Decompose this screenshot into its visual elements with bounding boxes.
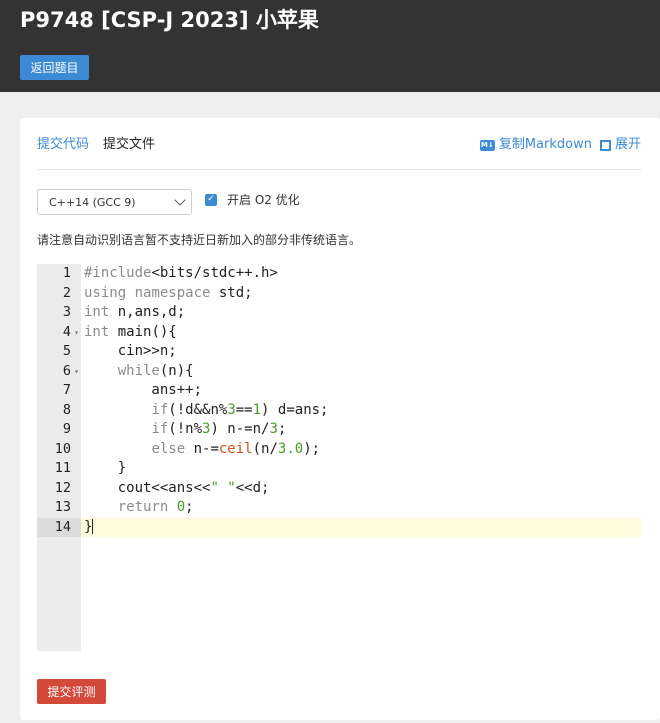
- code-text: int n,ans,d;: [84, 304, 186, 320]
- code-line[interactable]: 7 ans++;: [37, 381, 641, 401]
- card-actions: M↓ 复制Markdown 展开: [479, 135, 641, 155]
- code-line[interactable]: 4 ▾ int main(){: [37, 323, 641, 343]
- language-select[interactable]: C++14 (GCC 9): [37, 189, 192, 215]
- line-number: 6 ▾: [37, 362, 81, 382]
- code-editor[interactable]: 1 #include<bits/stdc++.h> 2 using namespace…: [37, 264, 641, 651]
- copy-markdown-link[interactable]: M↓ 复制Markdown: [479, 135, 592, 155]
- expand-label: 展开: [614, 137, 641, 152]
- language-select-value: C++14 (GCC 9): [49, 195, 136, 209]
- page-title: P9748 [CSP-J 2023] 小苹果: [20, 8, 319, 32]
- line-number: 11: [54, 460, 71, 476]
- code-text: return 0;: [117, 499, 194, 515]
- code-text: if(!n%3) n-=n/3;: [151, 421, 287, 437]
- language-notice: 请注意自动识别语言暂不支持近日新加入的部分非传统语言。: [37, 233, 362, 247]
- line-number: 1: [62, 265, 71, 281]
- code-text: using namespace std;: [84, 284, 253, 301]
- o2-option[interactable]: ✓ 开启 O2 优化: [205, 191, 300, 208]
- code-line[interactable]: 6 ▾ while(n){: [37, 362, 641, 382]
- line-number: 2: [62, 284, 71, 301]
- submit-card: 提交代码 提交文件 M↓ 复制Markdown 展开 C++14 (GCC 9)…: [20, 118, 660, 720]
- code-line[interactable]: 1 #include<bits/stdc++.h>: [37, 264, 641, 284]
- line-number: 5: [62, 343, 71, 359]
- expand-link[interactable]: 展开: [599, 135, 641, 155]
- fold-arrow-icon[interactable]: ▾: [74, 362, 79, 382]
- code-line[interactable]: 5 cin>>n;: [37, 342, 641, 362]
- line-number: 12: [54, 479, 71, 496]
- expand-icon: [599, 139, 611, 151]
- submit-judge-button[interactable]: 提交评测: [37, 679, 106, 704]
- o2-label: 开启 O2 优化: [227, 193, 300, 207]
- code-line[interactable]: 8 if(!d&&n%3==1) d=ans;: [37, 401, 641, 421]
- submit-tabs: 提交代码 提交文件: [37, 135, 155, 155]
- code-line[interactable]: 3 int n,ans,d;: [37, 303, 641, 323]
- line-number: 9: [62, 421, 71, 437]
- code-text: cout<<ans<<" "<<d;: [84, 479, 270, 496]
- code-line[interactable]: 12 cout<<ans<<" "<<d;: [37, 479, 641, 499]
- line-number: 10: [54, 440, 71, 457]
- markdown-icon: M↓: [479, 139, 495, 151]
- divider: [37, 169, 641, 170]
- back-to-problem-button[interactable]: 返回题目: [20, 55, 89, 80]
- code-line[interactable]: 14}: [37, 517, 641, 537]
- chevron-down-icon: [174, 194, 186, 206]
- code-text: ans++;: [84, 382, 203, 398]
- code-line[interactable]: 9 if(!n%3) n-=n/3;: [37, 420, 641, 440]
- tab-submit-file[interactable]: 提交文件: [103, 135, 155, 155]
- code-text: }: [84, 460, 127, 476]
- code-line[interactable]: 2 using namespace std;: [37, 284, 641, 304]
- code-line[interactable]: 10 else n-=ceil(n/3.0);: [37, 440, 641, 460]
- fold-arrow-icon[interactable]: ▾: [74, 323, 79, 343]
- line-number: 4 ▾: [37, 323, 81, 343]
- code-text: while(n){: [117, 362, 194, 379]
- code-text: if(!d&&n%3==1) d=ans;: [151, 401, 329, 418]
- line-number: 7: [62, 382, 71, 398]
- top-header: P9748 [CSP-J 2023] 小苹果 返回题目: [0, 0, 660, 92]
- code-text: #include<bits/stdc++.h>: [84, 265, 278, 281]
- text-cursor: [92, 519, 94, 534]
- line-number: 14: [37, 517, 81, 537]
- code-text: int main(){: [84, 323, 177, 340]
- copy-markdown-label: 复制Markdown: [498, 137, 592, 152]
- code-text: cin>>n;: [84, 343, 177, 359]
- code-text: }: [81, 517, 641, 537]
- o2-checkbox[interactable]: ✓: [205, 193, 217, 206]
- line-number: 3: [62, 304, 71, 320]
- code-text: else n-=ceil(n/3.0);: [151, 440, 321, 457]
- line-number: 13: [54, 499, 71, 515]
- code-line[interactable]: 11 }: [37, 459, 641, 479]
- line-number: 8: [62, 401, 71, 418]
- code-line[interactable]: 13 return 0;: [37, 498, 641, 518]
- tab-submit-code[interactable]: 提交代码: [37, 135, 89, 155]
